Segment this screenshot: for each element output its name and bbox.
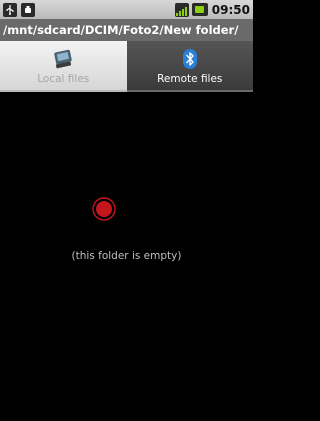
tab-local-files[interactable]: Local files: [0, 41, 127, 92]
status-time: 09:50: [211, 2, 250, 17]
status-bar: 09:50: [0, 0, 253, 19]
tab-local-files-label: Local files: [37, 73, 90, 85]
tab-remote-files-label: Remote files: [157, 73, 223, 85]
app-screen: 09:50 /mnt/sdcard/DCIM/Foto2/New folder/…: [0, 0, 253, 421]
device-icon: [52, 48, 74, 70]
bluetooth-icon: [179, 48, 201, 70]
record-icon: [92, 197, 116, 221]
file-list-area: (this folder is empty): [0, 92, 253, 421]
empty-folder-message: (this folder is empty): [71, 250, 182, 262]
usb-icon[interactable]: [3, 2, 17, 17]
current-path: /mnt/sdcard/DCIM/Foto2/New folder/: [3, 23, 239, 37]
signal-icon: [174, 2, 189, 17]
tab-bar: Local files Remote files: [0, 41, 253, 92]
battery-icon: [191, 3, 208, 16]
path-bar: /mnt/sdcard/DCIM/Foto2/New folder/: [0, 19, 253, 41]
android-debug-icon[interactable]: [21, 2, 35, 17]
tab-remote-files[interactable]: Remote files: [126, 41, 253, 92]
status-right-group: 09:50: [174, 0, 250, 19]
